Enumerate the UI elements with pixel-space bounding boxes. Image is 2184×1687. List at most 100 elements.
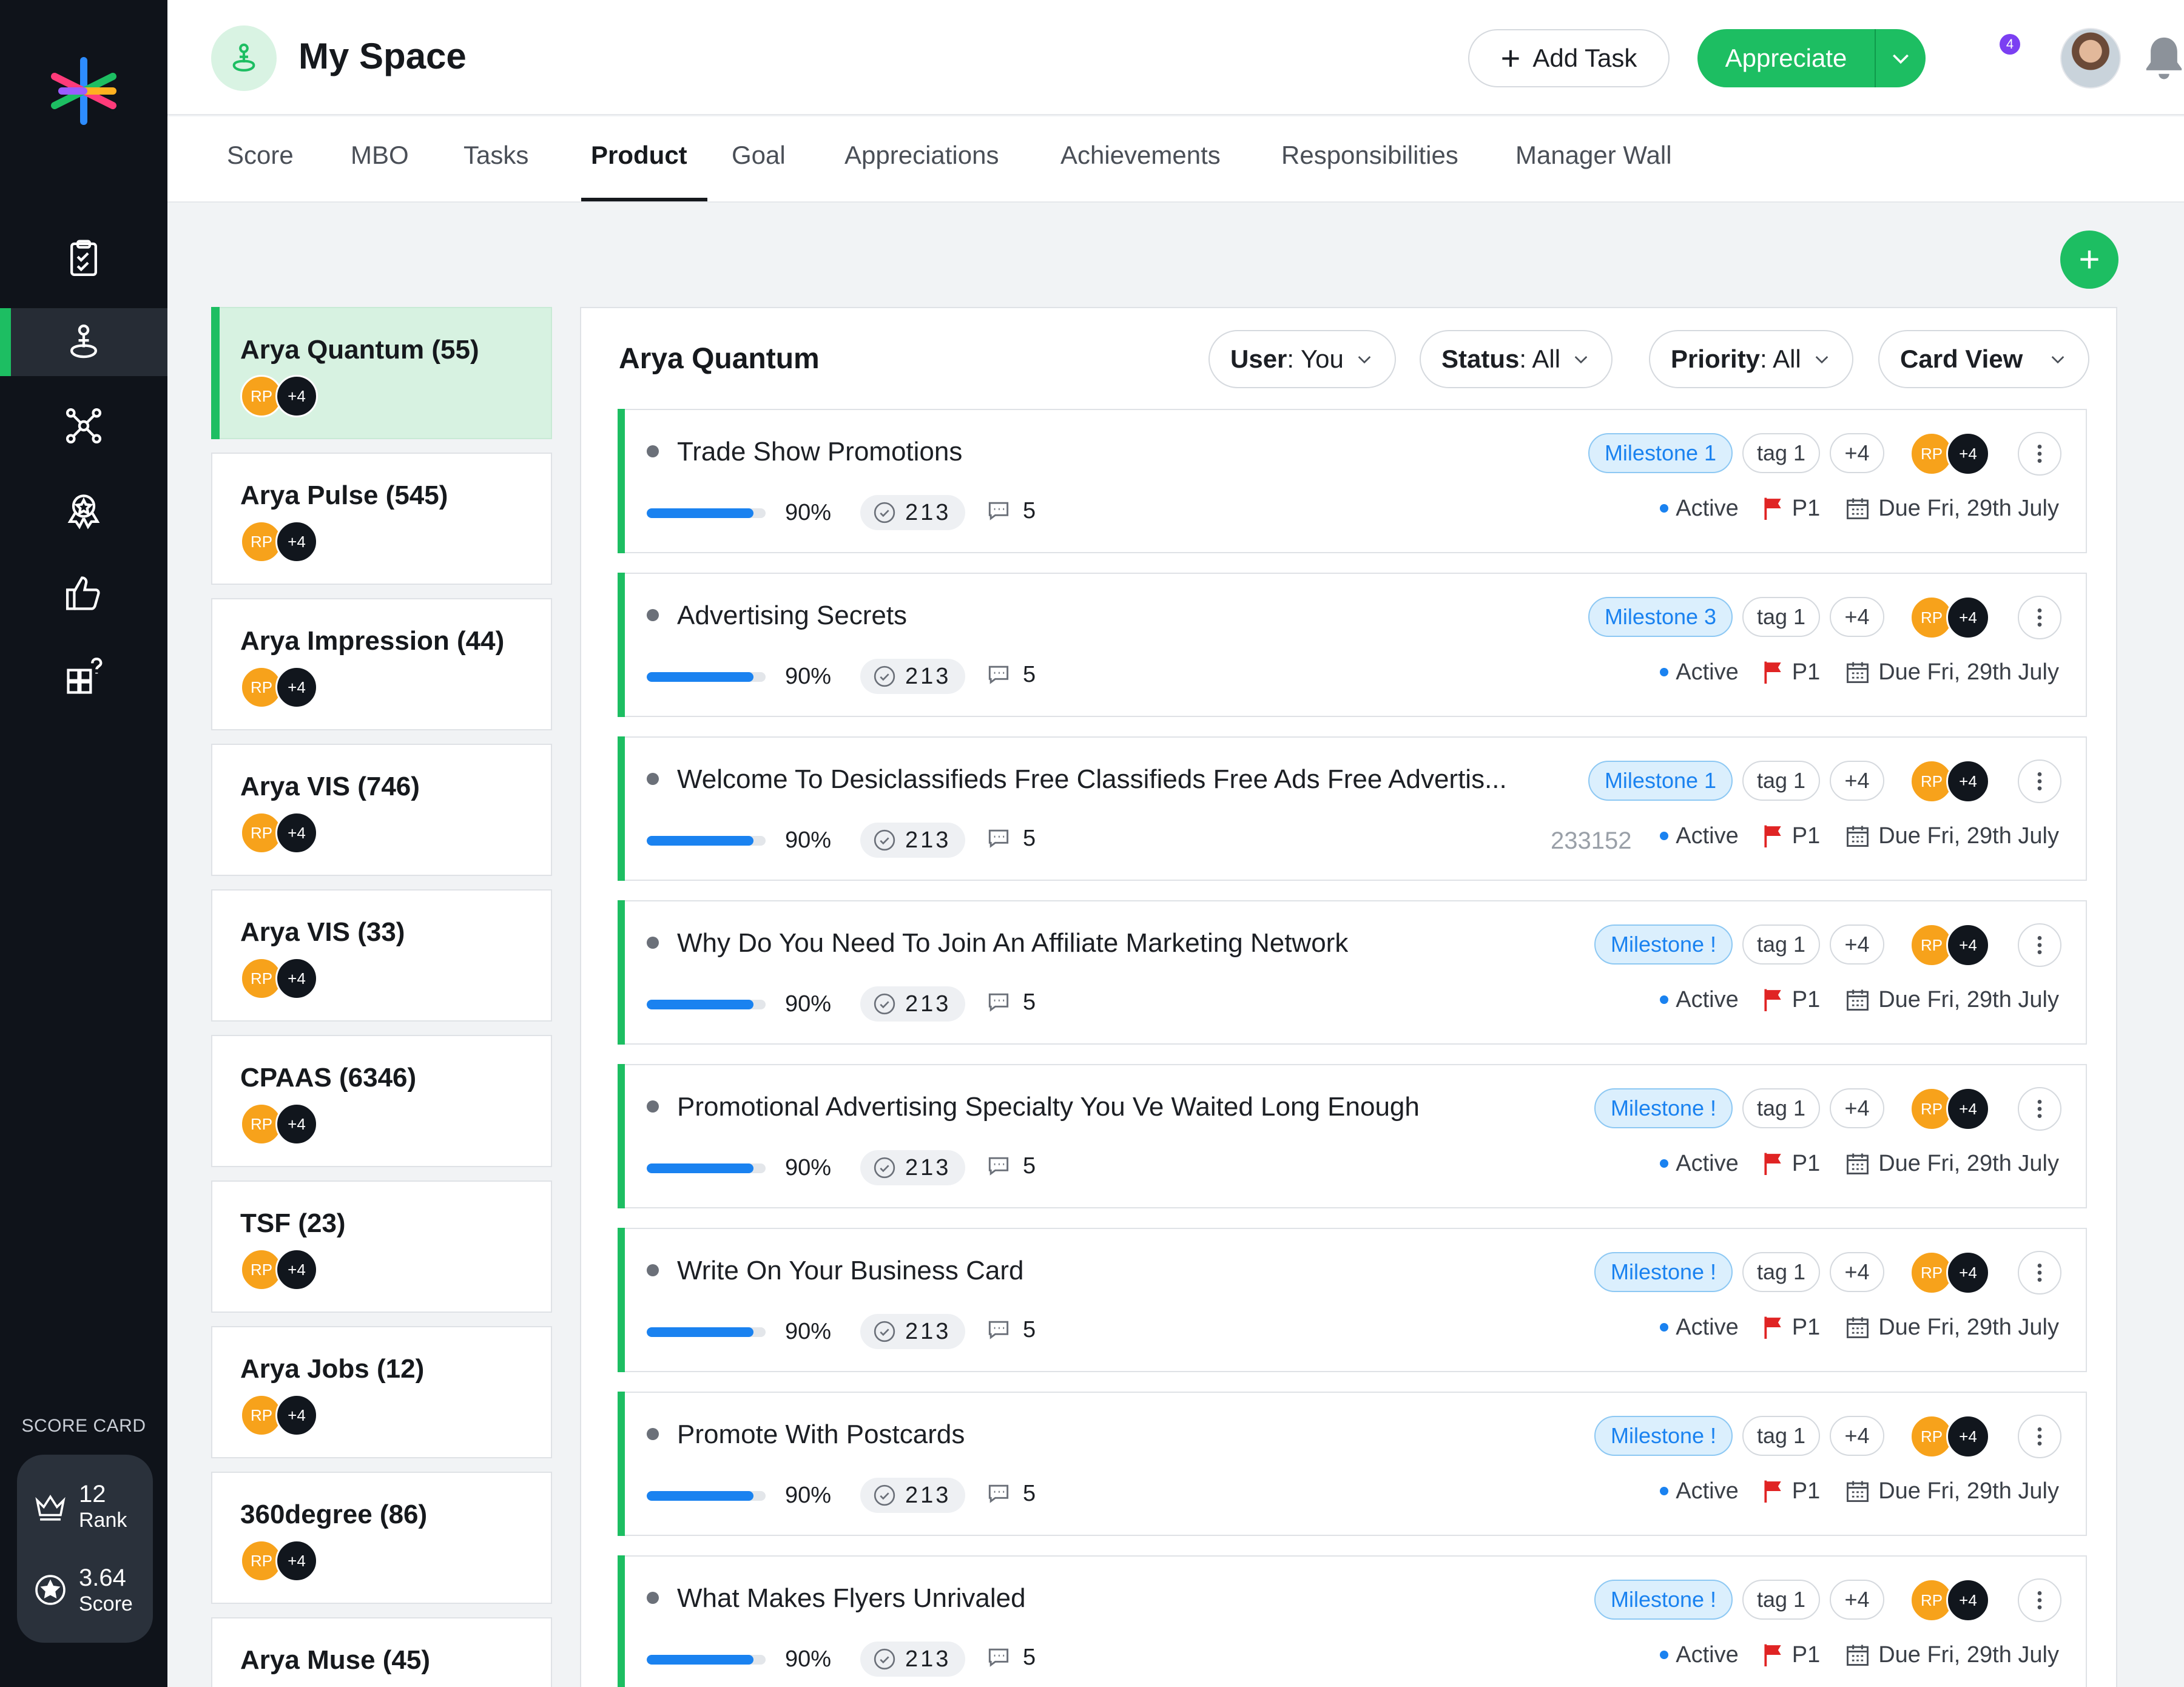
- checklist-count[interactable]: 213: [860, 1314, 966, 1349]
- task-menu-button[interactable]: [2018, 1251, 2061, 1295]
- task-assignees[interactable]: RP +4: [1910, 432, 1990, 476]
- task-title[interactable]: Welcome To Desiclassifieds Free Classifi…: [677, 764, 1507, 795]
- task-menu-button[interactable]: [2018, 596, 2061, 639]
- rail-help[interactable]: [0, 643, 167, 711]
- product-item[interactable]: Arya Muse (45)RP+4: [211, 1617, 552, 1687]
- product-item[interactable]: TSF (23) RP +4: [211, 1180, 552, 1313]
- bell-icon[interactable]: [2143, 34, 2184, 80]
- product-item[interactable]: Arya Impression (44) RP +4: [211, 598, 552, 730]
- comment-count[interactable]: 5: [985, 1480, 1036, 1507]
- task-card[interactable]: Promote With Postcards Milestone ! tag 1 +4…: [618, 1392, 2087, 1536]
- checklist-count[interactable]: 213: [860, 1642, 966, 1677]
- product-members[interactable]: RP+4: [240, 666, 318, 709]
- task-card[interactable]: Promotional Advertising Specialty You Ve…: [618, 1064, 2087, 1208]
- task-menu-button[interactable]: [2018, 923, 2061, 967]
- tab-appreciations[interactable]: Appreciations: [844, 141, 999, 170]
- comment-count[interactable]: 5: [985, 1644, 1036, 1671]
- task-title[interactable]: Why Do You Need To Join An Affiliate Mar…: [677, 928, 1348, 958]
- comment-count[interactable]: 5: [985, 1316, 1036, 1343]
- task-title[interactable]: What Makes Flyers Unrivaled: [677, 1583, 1026, 1614]
- more-tags-chip[interactable]: +4: [1830, 761, 1884, 801]
- status-filter[interactable]: Status: All: [1420, 330, 1613, 388]
- comment-count[interactable]: 5: [985, 497, 1036, 524]
- checklist-count[interactable]: 213: [860, 823, 966, 858]
- task-card[interactable]: Write On Your Business Card Milestone ! ta…: [618, 1228, 2087, 1372]
- tab-achievements[interactable]: Achievements: [1060, 141, 1221, 170]
- task-menu-button[interactable]: [2018, 432, 2061, 476]
- task-title[interactable]: Advertising Secrets: [677, 601, 907, 631]
- score-card[interactable]: 12 Rank 3.64 Score: [17, 1455, 153, 1643]
- tag-chip[interactable]: tag 1: [1742, 761, 1820, 801]
- product-members[interactable]: RP+4: [240, 1540, 318, 1582]
- more-tags-chip[interactable]: +4: [1830, 924, 1884, 965]
- app-logo-icon[interactable]: [47, 55, 120, 127]
- comment-count[interactable]: 5: [985, 1153, 1036, 1179]
- appreciate-button[interactable]: Appreciate: [1697, 29, 1926, 87]
- product-item[interactable]: Arya Jobs (12) RP +4: [211, 1326, 552, 1458]
- priority-filter[interactable]: Priority: All: [1649, 330, 1853, 388]
- more-tags-chip[interactable]: +4: [1830, 1252, 1884, 1292]
- rail-my-space[interactable]: [0, 308, 167, 376]
- task-card[interactable]: What Makes Flyers Unrivaled Milestone ! ta…: [618, 1555, 2087, 1687]
- milestone-chip[interactable]: Milestone !: [1594, 1580, 1733, 1620]
- comment-count[interactable]: 5: [985, 825, 1036, 852]
- tag-chip[interactable]: tag 1: [1742, 1088, 1820, 1128]
- rail-badges[interactable]: [0, 476, 167, 544]
- appreciate-dropdown-toggle[interactable]: [1875, 29, 1926, 87]
- milestone-chip[interactable]: Milestone !: [1594, 1088, 1733, 1128]
- tab-manager-wall[interactable]: Manager Wall: [1515, 141, 1672, 170]
- more-tags-chip[interactable]: +4: [1830, 1416, 1884, 1456]
- product-members[interactable]: RP+4: [240, 1103, 318, 1145]
- milestone-chip[interactable]: Milestone 3: [1588, 597, 1733, 637]
- milestone-chip[interactable]: Milestone 1: [1588, 761, 1733, 801]
- task-assignees[interactable]: RP +4: [1910, 596, 1990, 639]
- task-title[interactable]: Promote With Postcards: [677, 1419, 965, 1450]
- task-card[interactable]: Welcome To Desiclassifieds Free Classifi…: [618, 736, 2087, 881]
- milestone-chip[interactable]: Milestone !: [1594, 924, 1733, 965]
- task-menu-button[interactable]: [2018, 759, 2061, 803]
- task-card[interactable]: Trade Show Promotions Milestone 1 tag 1 +4 R…: [618, 409, 2087, 553]
- checklist-count[interactable]: 213: [860, 495, 966, 530]
- product-item[interactable]: Arya Pulse (545) RP +4: [211, 453, 552, 585]
- product-item[interactable]: Arya VIS (746) RP +4: [211, 744, 552, 876]
- product-members[interactable]: RP+4: [240, 812, 318, 854]
- tag-chip[interactable]: tag 1: [1742, 433, 1820, 473]
- checklist-count[interactable]: 213: [860, 986, 966, 1022]
- task-assignees[interactable]: RP +4: [1910, 1087, 1990, 1131]
- task-assignees[interactable]: RP +4: [1910, 1415, 1990, 1458]
- milestone-chip[interactable]: Milestone 1: [1588, 433, 1733, 473]
- product-members[interactable]: RP+4: [240, 1248, 318, 1291]
- more-tags-chip[interactable]: +4: [1830, 1088, 1884, 1128]
- product-item[interactable]: Arya VIS (33) RP +4: [211, 889, 552, 1022]
- tab-tasks[interactable]: Tasks: [463, 141, 528, 170]
- task-assignees[interactable]: RP +4: [1910, 759, 1990, 803]
- task-title[interactable]: Promotional Advertising Specialty You Ve…: [677, 1092, 1420, 1122]
- tag-chip[interactable]: tag 1: [1742, 1252, 1820, 1292]
- task-title[interactable]: Trade Show Promotions: [677, 437, 962, 467]
- product-item[interactable]: 360degree (86) RP +4: [211, 1472, 552, 1604]
- add-task-button[interactable]: + Add Task: [1468, 29, 1670, 87]
- product-members[interactable]: RP+4: [240, 957, 318, 1000]
- product-item[interactable]: CPAAS (6346) RP +4: [211, 1035, 552, 1167]
- milestone-chip[interactable]: Milestone !: [1594, 1252, 1733, 1292]
- checklist-count[interactable]: 213: [860, 1150, 966, 1185]
- task-assignees[interactable]: RP +4: [1910, 923, 1990, 967]
- tag-chip[interactable]: tag 1: [1742, 1416, 1820, 1456]
- more-tags-chip[interactable]: +4: [1830, 1580, 1884, 1620]
- product-members[interactable]: RP+4: [240, 375, 318, 417]
- tag-chip[interactable]: tag 1: [1742, 597, 1820, 637]
- view-mode-select[interactable]: Card View: [1878, 330, 2089, 388]
- tab-score[interactable]: Score: [227, 141, 294, 170]
- milestone-chip[interactable]: Milestone !: [1594, 1416, 1733, 1456]
- task-assignees[interactable]: RP +4: [1910, 1578, 1990, 1622]
- checklist-count[interactable]: 213: [860, 659, 966, 694]
- checklist-count[interactable]: 213: [860, 1478, 966, 1513]
- product-item[interactable]: Arya Quantum (55) RP +4: [211, 307, 552, 439]
- rail-appreciations[interactable]: [0, 559, 167, 627]
- tab-product[interactable]: Product: [591, 141, 687, 170]
- add-product-button[interactable]: +: [2060, 231, 2118, 289]
- tab-responsibilities[interactable]: Responsibilities: [1281, 141, 1458, 170]
- rail-tasks[interactable]: [0, 224, 167, 292]
- tab-mbo[interactable]: MBO: [351, 141, 409, 170]
- more-tags-chip[interactable]: +4: [1830, 597, 1884, 637]
